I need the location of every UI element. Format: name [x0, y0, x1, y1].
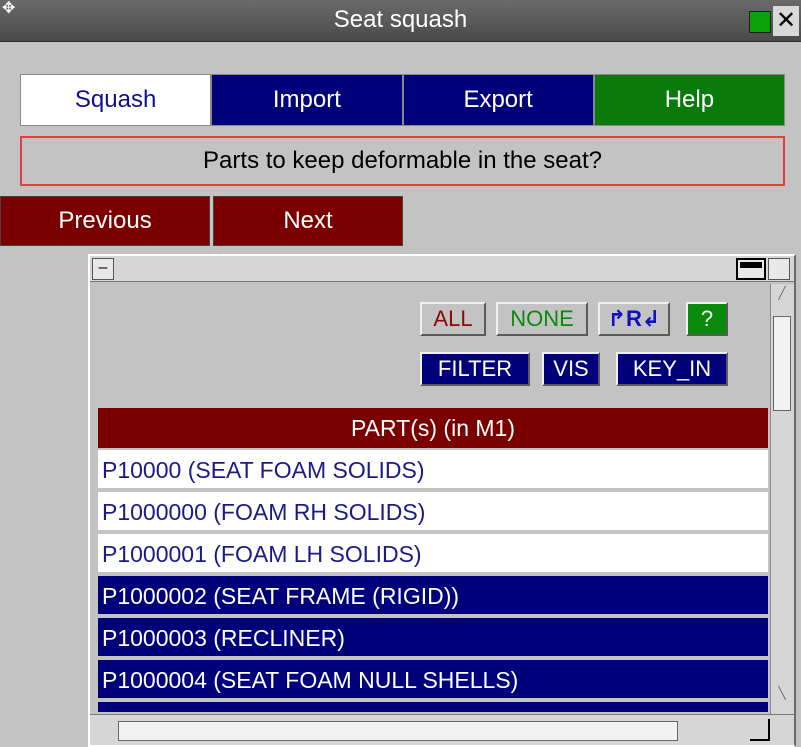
vis-button[interactable]: VIS	[542, 352, 600, 386]
part-selector-panel: – ALL NONE ↱R↲ ? FILTER VIS KEY_IN PART(…	[88, 254, 796, 747]
scroll-up-icon[interactable]: ╱	[773, 286, 791, 312]
title-bar[interactable]: ✥ Seat squash ✕	[0, 0, 801, 42]
horizontal-scroll-thumb[interactable]	[118, 721, 678, 741]
list-item[interactable]: P1000004 (SEAT FOAM NULL SHELLS)	[98, 660, 768, 700]
list-item[interactable]: P10000 (SEAT FOAM SOLIDS)	[98, 450, 768, 490]
tab-help[interactable]: Help	[593, 74, 785, 126]
window-title: Seat squash	[333, 6, 468, 33]
tab-squash[interactable]: Squash	[20, 74, 212, 126]
select-none-button[interactable]: NONE	[496, 302, 588, 336]
vertical-scrollbar[interactable]: ╱ ╲	[770, 284, 794, 714]
reverse-selection-button[interactable]: ↱R↲	[598, 302, 670, 336]
scroll-thumb[interactable]	[773, 316, 791, 411]
resize-icon[interactable]	[768, 258, 790, 280]
tab-import[interactable]: Import	[211, 74, 403, 126]
status-indicator-icon[interactable]	[749, 11, 771, 33]
part-list-header: PART(s) (in M1)	[98, 408, 768, 448]
list-item[interactable]: P1000000 (FOAM RH SOLIDS)	[98, 492, 768, 532]
list-item[interactable]: P1000001 (FOAM LH SOLIDS)	[98, 534, 768, 574]
select-all-button[interactable]: ALL	[420, 302, 486, 336]
list-item[interactable]: P1000002 (SEAT FRAME (RIGID))	[98, 576, 768, 616]
tab-bar: Squash Import Export Help	[20, 74, 785, 126]
previous-button[interactable]: Previous	[0, 196, 210, 246]
collapse-icon[interactable]: –	[92, 258, 114, 280]
seat-squash-window: ✥ Seat squash ✕ Squash Import Export Hel…	[0, 0, 801, 747]
selector-help-button[interactable]: ?	[686, 302, 728, 336]
horizontal-scrollbar[interactable]	[90, 714, 794, 745]
scroll-down-icon[interactable]: ╲	[773, 686, 791, 712]
close-icon[interactable]: ✕	[773, 6, 799, 36]
panel-header-bar: –	[90, 256, 794, 282]
list-item[interactable]: P2500000 (SEAT_RAILGUIDE_INBOARD)	[98, 702, 768, 714]
key-in-button[interactable]: KEY_IN	[616, 352, 728, 386]
tab-export[interactable]: Export	[402, 74, 594, 126]
next-button[interactable]: Next	[213, 196, 403, 246]
maximize-icon[interactable]	[736, 258, 766, 280]
list-item[interactable]: P1000003 (RECLINER)	[98, 618, 768, 658]
filter-button[interactable]: FILTER	[420, 352, 530, 386]
prompt-text: Parts to keep deformable in the seat?	[20, 136, 785, 186]
scroll-corner-icon	[750, 719, 770, 741]
